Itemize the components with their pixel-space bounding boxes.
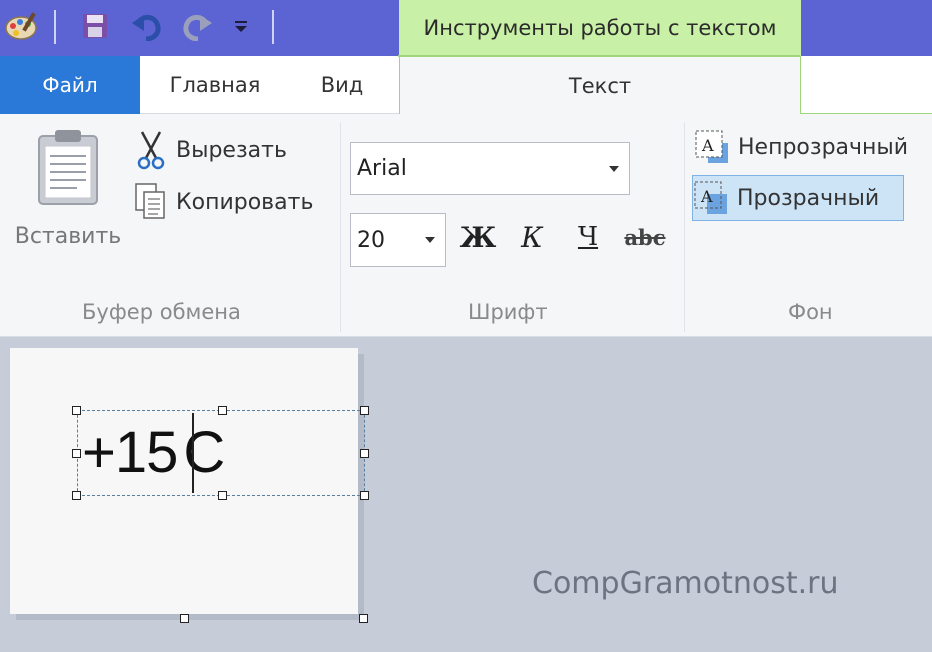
qat-separator xyxy=(272,10,274,44)
canvas-text[interactable]: +15 C xyxy=(82,418,225,488)
opaque-option[interactable]: A Непрозрачный xyxy=(694,124,926,170)
canvas-resize-handle[interactable] xyxy=(180,614,189,623)
svg-text:A: A xyxy=(700,187,713,206)
cut-label: Вырезать xyxy=(176,137,287,163)
canvas-text-after-caret: C xyxy=(183,420,225,485)
strikethrough-button[interactable]: abc xyxy=(620,214,670,260)
opaque-background-icon: A xyxy=(695,130,728,163)
canvas-text-before-caret: +15 xyxy=(82,420,178,485)
cut-button[interactable]: Вырезать xyxy=(134,128,287,172)
paint-app-icon[interactable] xyxy=(0,8,44,44)
chevron-down-icon xyxy=(425,237,435,243)
title-bar: Инструменты работы с текстом xyxy=(0,0,932,56)
paste-label: Вставить xyxy=(14,224,122,249)
font-size-value: 20 xyxy=(357,227,385,253)
svg-text:A: A xyxy=(701,136,714,155)
resize-handle[interactable] xyxy=(360,406,369,415)
qat-separator xyxy=(54,10,56,44)
tab-home[interactable]: Главная xyxy=(150,56,280,114)
font-size-select[interactable]: 20 xyxy=(350,213,446,267)
ribbon-panel: Вставить Вырезать Копировать Буфер обмен… xyxy=(0,114,932,337)
group-separator xyxy=(340,122,341,332)
tab-text[interactable]: Текст xyxy=(398,55,801,115)
text-caret xyxy=(192,413,194,493)
resize-handle[interactable] xyxy=(72,449,81,458)
resize-handle[interactable] xyxy=(72,491,81,500)
copy-icon xyxy=(135,183,165,219)
paste-button[interactable]: Вставить xyxy=(14,128,122,262)
resize-handle[interactable] xyxy=(218,406,227,415)
resize-handle[interactable] xyxy=(218,491,227,500)
clipboard-group-label: Буфер обмена xyxy=(82,300,241,324)
italic-button[interactable]: К xyxy=(512,214,552,260)
font-group-label: Шрифт xyxy=(468,300,548,324)
background-group-label: Фон xyxy=(788,300,833,324)
font-family-value: Arial xyxy=(357,156,407,181)
context-tab-text-tools: Инструменты работы с текстом xyxy=(399,0,801,56)
paste-icon xyxy=(38,130,98,205)
tab-view[interactable]: Вид xyxy=(300,56,384,114)
copy-button[interactable]: Копировать xyxy=(134,180,313,224)
transparent-label: Прозрачный xyxy=(737,185,880,211)
watermark: CompGramotnost.ru xyxy=(532,566,839,601)
resize-handle[interactable] xyxy=(360,491,369,500)
transparent-option[interactable]: A Прозрачный xyxy=(692,175,904,221)
resize-handle[interactable] xyxy=(72,406,81,415)
redo-icon[interactable] xyxy=(178,8,216,44)
group-separator xyxy=(684,122,685,332)
customize-dropdown-icon[interactable] xyxy=(228,8,254,44)
canvas-resize-handle[interactable] xyxy=(359,614,368,623)
undo-icon[interactable] xyxy=(128,8,166,44)
ribbon-tab-row: Файл Главная Вид Текст xyxy=(0,55,932,115)
save-icon[interactable] xyxy=(76,8,114,44)
resize-handle[interactable] xyxy=(360,449,369,458)
bold-button[interactable]: Ж xyxy=(458,214,498,260)
opaque-label: Непрозрачный xyxy=(738,134,909,160)
transparent-background-icon: A xyxy=(694,181,727,214)
copy-label: Копировать xyxy=(176,189,314,215)
underline-button[interactable]: Ч xyxy=(568,214,608,260)
tab-row-filler xyxy=(801,56,932,114)
tab-file[interactable]: Файл xyxy=(0,56,140,114)
chevron-down-icon xyxy=(609,165,619,172)
scissors-icon xyxy=(137,131,165,170)
font-family-select[interactable]: Arial xyxy=(350,142,630,195)
